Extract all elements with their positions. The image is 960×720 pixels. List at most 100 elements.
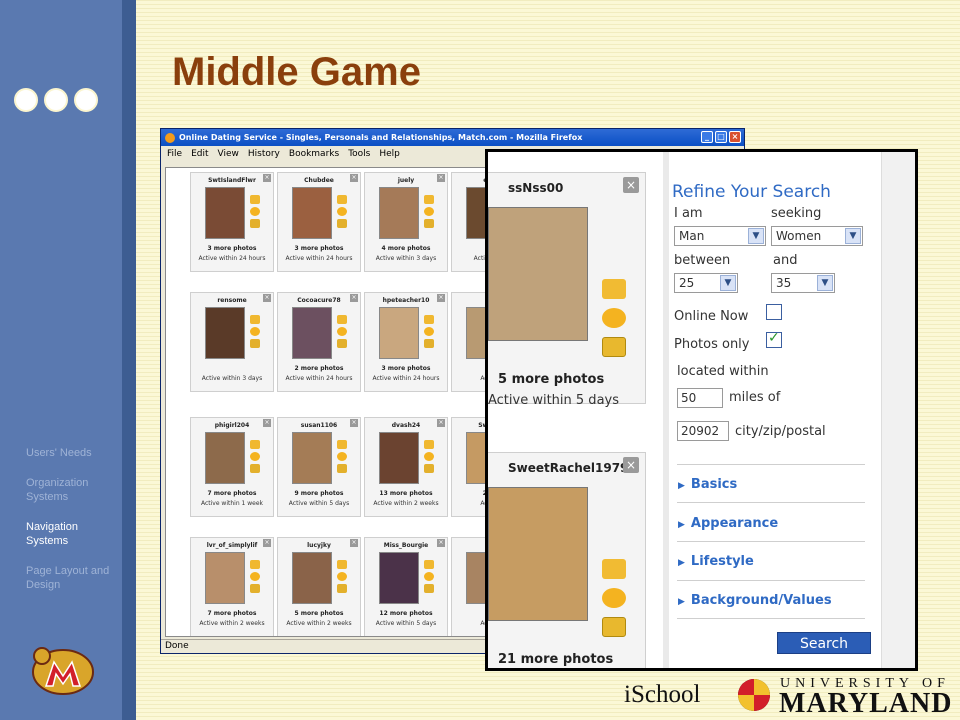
profile-name[interactable]: SwtIslandFlwr [191,177,273,184]
email-icon[interactable] [337,440,347,449]
favorite-check-icon[interactable] [250,339,260,348]
profile-card[interactable]: lvr_of_simplylif × 7 more photos Active wit… [190,537,274,636]
more-photos-link[interactable]: 7 more photos [191,610,273,617]
profile-photo[interactable] [379,307,419,359]
favorite-check-icon[interactable] [337,339,347,348]
more-photos-link[interactable]: 3 more photos [365,365,447,372]
wink-icon[interactable] [250,452,260,461]
profile-card[interactable]: lucyjky × 5 more photos Active within 2 wee… [277,537,361,636]
more-photos-link[interactable]: 3 more photos [191,245,273,252]
more-photos-link[interactable]: 13 more photos [365,490,447,497]
profile-photo[interactable] [488,207,588,341]
email-icon[interactable] [337,560,347,569]
menu-history[interactable]: History [248,149,280,159]
close-icon[interactable]: × [350,174,358,182]
age-min-select[interactable]: 25 ▼ [674,273,738,293]
basics-link[interactable]: ▶ Basics [678,477,737,492]
more-photos-link[interactable]: 9 more photos [278,490,360,497]
profile-name[interactable]: susan1106 [278,422,360,429]
menu-bookmarks[interactable]: Bookmarks [289,149,339,159]
profile-photo[interactable] [488,487,588,621]
profile-name[interactable]: phigirl204 [191,422,273,429]
close-icon[interactable]: × [437,174,445,182]
wink-icon[interactable] [424,207,434,216]
appearance-link[interactable]: ▶ Appearance [678,516,778,531]
favorite-check-icon[interactable] [424,464,434,473]
email-icon[interactable] [424,315,434,324]
seeking-select[interactable]: Women ▼ [771,226,863,246]
more-photos-link[interactable]: 3 more photos [278,245,360,252]
wink-icon[interactable] [424,452,434,461]
close-icon[interactable]: × [350,419,358,427]
favorite-check-icon[interactable] [424,339,434,348]
lifestyle-link[interactable]: ▶ Lifestyle [678,554,754,569]
background-values-link[interactable]: ▶ Background/Values [678,593,832,608]
favorite-check-icon[interactable] [250,464,260,473]
wink-icon[interactable] [250,327,260,336]
close-icon[interactable]: × [350,539,358,547]
photos-only-checkbox[interactable] [766,330,782,348]
close-icon[interactable]: × [437,294,445,302]
profile-photo[interactable] [205,307,245,359]
favorite-check-icon[interactable] [250,584,260,593]
more-photos-link[interactable]: 5 more photos [278,610,360,617]
email-icon[interactable] [337,315,347,324]
wink-icon[interactable] [337,572,347,581]
favorite-check-icon[interactable] [424,219,434,228]
profile-card[interactable]: rensome × Active within 3 days [190,292,274,392]
menu-file[interactable]: File [167,149,182,159]
profile-photo[interactable] [292,552,332,604]
nav-item-page-layout[interactable]: Page Layout and Design [26,564,122,592]
favorite-check-icon[interactable] [250,219,260,228]
close-icon[interactable]: × [263,539,271,547]
close-icon[interactable]: × [623,177,639,193]
nav-item-navigation-systems[interactable]: Navigation Systems [26,520,122,548]
profile-photo[interactable] [379,432,419,484]
miles-input[interactable]: 50 [677,388,723,408]
profile-name[interactable]: lucyjky [278,542,360,549]
firefox-titlebar[interactable]: Online Dating Service - Singles, Persona… [161,129,744,146]
email-icon[interactable] [337,195,347,204]
profile-photo[interactable] [205,552,245,604]
nav-item-users-needs[interactable]: Users' Needs [26,446,122,460]
profile-photo[interactable] [292,187,332,239]
profile-name[interactable]: Miss_Bourgie [365,542,447,549]
email-icon[interactable] [250,195,260,204]
email-icon[interactable] [424,560,434,569]
profile-card[interactable]: dvash24 × 13 more photos Active within 2 we… [364,417,448,517]
wink-icon[interactable] [337,452,347,461]
profile-photo[interactable] [205,187,245,239]
more-photos-link[interactable]: 2 more photos [278,365,360,372]
wink-icon[interactable] [602,308,626,328]
profile-name[interactable]: dvash24 [365,422,447,429]
i-am-select[interactable]: Man ▼ [674,226,766,246]
profile-name[interactable]: Chubdee [278,177,360,184]
more-photos-link[interactable]: 7 more photos [191,490,273,497]
profile-name[interactable]: SweetRachel1979 [508,461,628,475]
close-icon[interactable]: × [437,419,445,427]
more-photos-link[interactable]: 21 more photos [498,652,613,667]
wink-icon[interactable] [250,572,260,581]
wink-icon[interactable] [250,207,260,216]
profile-card[interactable]: juely × 4 more photos Active within 3 days [364,172,448,272]
profile-card[interactable]: phigirl204 × 7 more photos Active within 1 … [190,417,274,517]
email-icon[interactable] [424,440,434,449]
profile-name[interactable]: Cocoacure78 [278,297,360,304]
profile-name[interactable]: rensome [191,297,273,304]
maximize-icon[interactable]: □ [715,131,727,143]
email-icon[interactable] [602,559,626,579]
zip-input[interactable]: 20902 [677,421,729,441]
favorite-check-icon[interactable] [602,617,626,637]
close-icon[interactable]: × [437,539,445,547]
zoomed-profile-card[interactable]: SweetRachel1979×21 more photosActive wit… [488,452,646,668]
profile-card[interactable]: Chubdee × 3 more photos Active within 24 ho… [277,172,361,272]
wink-icon[interactable] [424,572,434,581]
nav-item-organization-systems[interactable]: Organization Systems [26,476,122,504]
menu-view[interactable]: View [218,149,239,159]
email-icon[interactable] [250,560,260,569]
close-icon[interactable]: × [263,294,271,302]
favorite-check-icon[interactable] [337,464,347,473]
profile-card[interactable]: Cocoacure78 × 2 more photos Active within 2… [277,292,361,392]
search-button[interactable]: Search [777,632,871,654]
minimize-icon[interactable]: _ [701,131,713,143]
